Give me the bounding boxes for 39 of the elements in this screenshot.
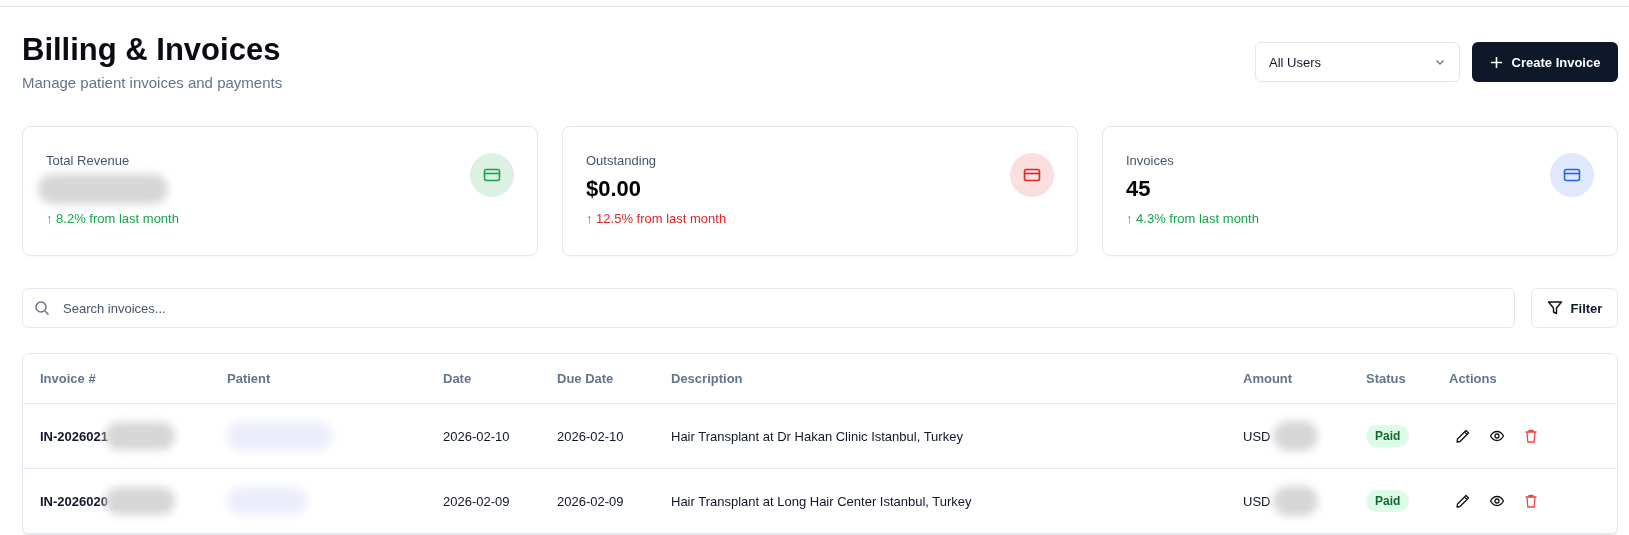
table-cell: USD bbox=[1243, 493, 1271, 509]
column-header: Description bbox=[671, 371, 744, 386]
column-header: Date bbox=[443, 371, 473, 386]
table-cell: USD bbox=[1243, 428, 1271, 444]
redaction-blur bbox=[1273, 421, 1319, 451]
column-header: Patient bbox=[227, 371, 272, 386]
table-cell: 2026-02-10 bbox=[557, 428, 624, 444]
column-header: Actions bbox=[1449, 371, 1498, 386]
status-badge: Paid bbox=[1366, 425, 1410, 447]
invoice-number: IN-2026020 bbox=[40, 493, 108, 509]
column-header: Status bbox=[1366, 371, 1407, 386]
stat-label: Invoices bbox=[1126, 153, 1175, 169]
search-field[interactable]: Search invoices... bbox=[22, 288, 1515, 328]
search-icon bbox=[34, 300, 50, 316]
create-invoice-button[interactable]: Create Invoice bbox=[1472, 42, 1618, 82]
page-subtitle: Manage patient invoices and payments bbox=[22, 74, 283, 91]
table-cell: 2026-02-10 bbox=[443, 428, 510, 444]
stat-value: 45 bbox=[1126, 176, 1152, 203]
stat-change: ↑ 8.2% from last month bbox=[46, 211, 179, 226]
status-badge: Paid bbox=[1366, 490, 1410, 512]
stat-label: Outstanding bbox=[586, 153, 658, 169]
user-select[interactable]: All Users bbox=[1255, 42, 1460, 82]
column-header: Due Date bbox=[557, 371, 615, 386]
stat-change: ↑ 4.3% from last month bbox=[1126, 211, 1259, 226]
table-cell: Hair Transplant at Long Hair Center Istanbul, Turkey bbox=[671, 493, 972, 509]
stat-label: Total Revenue bbox=[46, 153, 131, 169]
page-title: Billing & Invoices bbox=[22, 33, 282, 67]
column-header: Amount bbox=[1243, 371, 1294, 386]
stat-value: $0.00 bbox=[586, 176, 643, 203]
redaction-blur bbox=[1273, 486, 1319, 516]
stat-change: ↑ 12.5% from last month bbox=[586, 211, 727, 226]
column-header: Invoice # bbox=[40, 371, 97, 386]
table-cell: Hair Transplant at Dr Hakan Clinic Istanbul, Turkey bbox=[671, 428, 963, 444]
plus-icon bbox=[1489, 55, 1503, 69]
invoice-number: IN-2026021 bbox=[40, 428, 108, 444]
filter-button[interactable]: Filter bbox=[1531, 288, 1618, 328]
table-cell: 2026-02-09 bbox=[443, 493, 510, 509]
filter-icon bbox=[1546, 300, 1563, 316]
table-cell: 2026-02-09 bbox=[557, 493, 624, 509]
